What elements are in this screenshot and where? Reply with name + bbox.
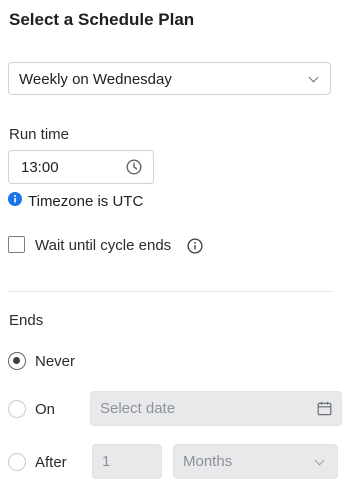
ends-never-label[interactable]: Never: [35, 353, 75, 370]
after-unit-value: Months: [183, 453, 233, 470]
ends-after-radio[interactable]: [8, 453, 26, 471]
run-time-value: 13:00: [21, 159, 59, 176]
calendar-icon[interactable]: [317, 401, 332, 421]
after-count-value: 1: [102, 453, 111, 470]
timezone-text: Timezone is UTC: [28, 193, 144, 210]
ends-after-label[interactable]: After: [35, 454, 67, 471]
ends-after-unit-select[interactable]: Months: [173, 444, 338, 479]
section-divider: [8, 291, 333, 292]
info-outline-icon[interactable]: [187, 238, 203, 259]
date-placeholder: Select date: [100, 400, 176, 417]
page-title: Select a Schedule Plan: [9, 10, 195, 29]
wait-until-cycle-ends-checkbox[interactable]: [8, 236, 25, 253]
ends-after-count-input[interactable]: 1: [92, 444, 162, 479]
wait-until-cycle-ends-label[interactable]: Wait until cycle ends: [35, 237, 171, 254]
ends-label: Ends: [9, 312, 44, 329]
run-time-input[interactable]: 13:00: [8, 150, 154, 184]
ends-on-date-input[interactable]: Select date: [90, 391, 342, 426]
ends-never-radio[interactable]: [8, 352, 26, 370]
clock-icon[interactable]: [126, 159, 142, 180]
timezone-note: Timezone is UTC: [8, 192, 143, 211]
chevron-down-icon: [308, 72, 319, 83]
ends-on-radio[interactable]: [8, 400, 26, 418]
schedule-select[interactable]: Weekly on Wednesday: [8, 62, 331, 95]
schedule-plan-panel: Select a Schedule Plan Weekly on Wednesd…: [0, 0, 362, 494]
run-time-label: Run time: [9, 126, 70, 143]
schedule-select-value: Weekly on Wednesday: [19, 71, 172, 88]
chevron-down-icon: [314, 455, 325, 466]
ends-on-label[interactable]: On: [35, 401, 55, 418]
info-icon: [8, 192, 22, 211]
